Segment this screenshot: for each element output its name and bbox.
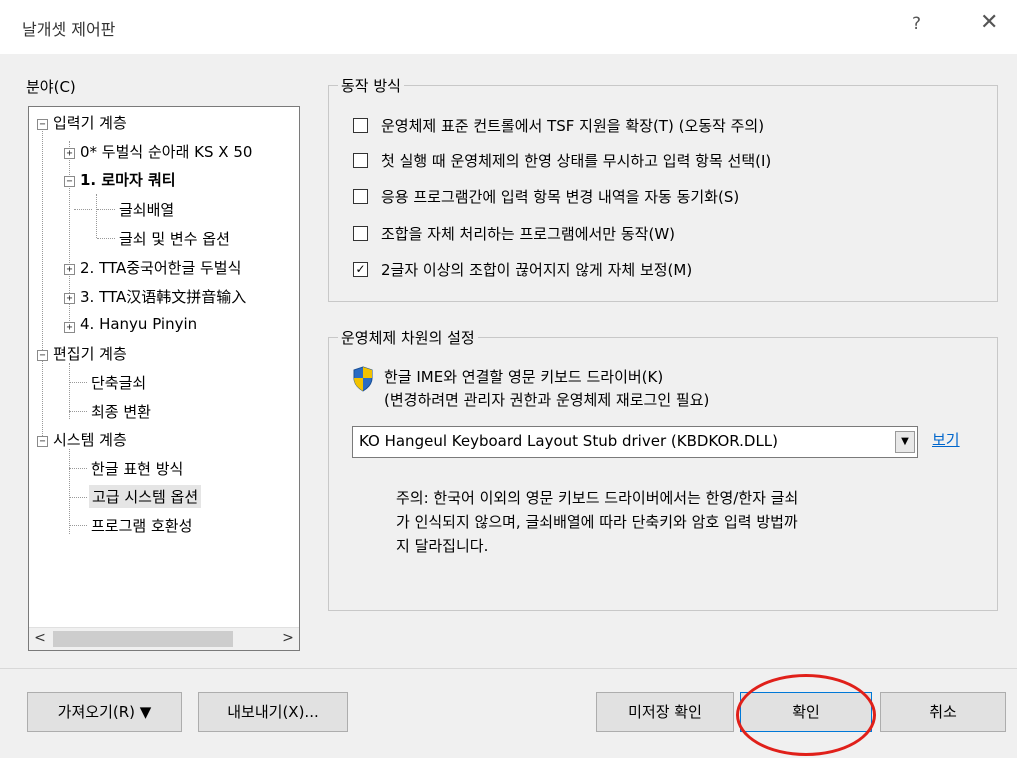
driver-label-note: (변경하려면 관리자 권한과 운영체제 재로그인 필요) (384, 391, 710, 409)
os-settings-legend: 운영체제 차원의 설정 (338, 327, 478, 348)
tree-connector (74, 209, 92, 210)
selected-driver: KO Hangeul Keyboard Layout Stub driver (… (359, 432, 779, 450)
checkbox[interactable] (353, 226, 368, 241)
note-line: 가 인식되지 않으며, 글쇠배열에 따라 단축키와 암호 입력 방법까 (396, 513, 798, 531)
export-button[interactable]: 내보내기(X)... (198, 692, 348, 732)
tree-connector (69, 497, 87, 498)
horizontal-scrollbar[interactable]: < > (29, 627, 299, 650)
behavior-legend: 동작 방식 (338, 75, 404, 96)
driver-warning-note: 주의: 한국어 이외의 영문 키보드 드라이버에서는 한영/한자 글쇠 가 인식… (396, 486, 956, 558)
option-label: 조합을 자체 처리하는 프로그램에서만 동작(W) (381, 225, 676, 243)
view-link[interactable]: 보기 (932, 429, 960, 450)
expand-icon[interactable]: + (64, 264, 75, 275)
scroll-thumb[interactable] (53, 631, 233, 647)
dropdown-arrow-icon[interactable]: ▼ (895, 431, 915, 453)
tree-connector (96, 194, 97, 238)
scroll-left-icon[interactable]: < (31, 630, 49, 648)
help-icon[interactable]: ? (912, 14, 921, 34)
tree-item-romaja-qwerty[interactable]: 1. 로마자 쿼티 (80, 169, 176, 190)
expand-icon[interactable]: + (64, 322, 75, 333)
tree-item-key-variable-options[interactable]: 글쇠 및 변수 옵션 (119, 228, 230, 249)
tree-item-input-layer[interactable]: 입력기 계층 (53, 112, 127, 133)
option-label: 운영체제 표준 컨트롤에서 TSF 지원을 확장(T) (오동작 주의) (381, 117, 765, 135)
tree-item-system-layer[interactable]: 시스템 계층 (53, 429, 127, 450)
tree-connector (69, 411, 87, 412)
tree-connector (69, 468, 87, 469)
check-unsaved-button[interactable]: 미저장 확인 (596, 692, 734, 732)
note-line: 주의: 한국어 이외의 영문 키보드 드라이버에서는 한영/한자 글쇠 (396, 489, 799, 507)
keyboard-driver-select[interactable]: KO Hangeul Keyboard Layout Stub driver (… (352, 426, 918, 458)
category-tree[interactable]: − 입력기 계층 + 0* 두벌식 순아래 KS X 50 − 1. 로마자 쿼… (28, 106, 300, 651)
checkbox[interactable] (353, 189, 368, 204)
import-button[interactable]: 가져오기(R) ▼ (27, 692, 182, 732)
tree-connector (69, 382, 87, 383)
tree-item-hanyu-pinyin[interactable]: 4. Hanyu Pinyin (80, 315, 197, 333)
highlight-circle (736, 674, 876, 756)
tree-connector (69, 525, 87, 526)
tree-item-advanced-system-options[interactable]: 고급 시스템 옵션 (89, 485, 202, 508)
expand-icon[interactable]: + (64, 148, 75, 159)
tree-item-tta-chinese-korean[interactable]: 2. TTA중국어한글 두벌식 (80, 257, 241, 278)
tree-connector (69, 449, 70, 534)
scroll-right-icon[interactable]: > (279, 630, 297, 648)
tree-connector (42, 129, 43, 442)
title-bar: 날개셋 제어판 ? ✕ (0, 0, 1017, 54)
checkbox[interactable] (353, 118, 368, 133)
tree-item-key-layout[interactable]: 글쇠배열 (119, 199, 174, 220)
option-label: 응용 프로그램간에 입력 항목 변경 내역을 자동 동기화(S) (381, 188, 740, 206)
collapse-icon[interactable]: − (37, 119, 48, 130)
tree-item-editor-layer[interactable]: 편집기 계층 (53, 343, 127, 364)
option-label: 첫 실행 때 운영체제의 한영 상태를 무시하고 입력 항목 선택(I) (381, 152, 772, 170)
note-line: 지 달라집니다. (396, 537, 489, 555)
checkbox-checked[interactable]: ✓ (353, 262, 368, 277)
tree-connector (97, 209, 115, 210)
driver-label: 한글 IME와 연결할 영문 키보드 드라이버(K) (384, 368, 664, 386)
shield-icon (353, 366, 373, 392)
close-icon[interactable]: ✕ (980, 10, 998, 35)
collapse-icon[interactable]: − (64, 176, 75, 187)
tree-item-final-conversion[interactable]: 최종 변환 (91, 401, 151, 422)
tree-item-program-compatibility[interactable]: 프로그램 호환성 (91, 515, 192, 536)
footer-separator (0, 668, 1017, 669)
collapse-icon[interactable]: − (37, 350, 48, 361)
tree-item-dubeolsik[interactable]: 0* 두벌식 순아래 KS X 50 (80, 141, 252, 162)
tree-connector (97, 238, 115, 239)
checkbox[interactable] (353, 153, 368, 168)
window-title: 날개셋 제어판 (22, 20, 116, 39)
tree-item-tta-pinyin[interactable]: 3. TTA汉语韩文拼音输入 (80, 286, 246, 307)
cancel-button[interactable]: 취소 (880, 692, 1006, 732)
expand-icon[interactable]: + (64, 293, 75, 304)
category-heading: 분야(C) (26, 78, 76, 96)
option-label: 2글자 이상의 조합이 끊어지지 않게 자체 보정(M) (381, 261, 693, 279)
tree-item-shortcut-keys[interactable]: 단축글쇠 (91, 372, 146, 393)
tree-item-hangul-display[interactable]: 한글 표현 방식 (91, 458, 183, 479)
collapse-icon[interactable]: − (37, 436, 48, 447)
